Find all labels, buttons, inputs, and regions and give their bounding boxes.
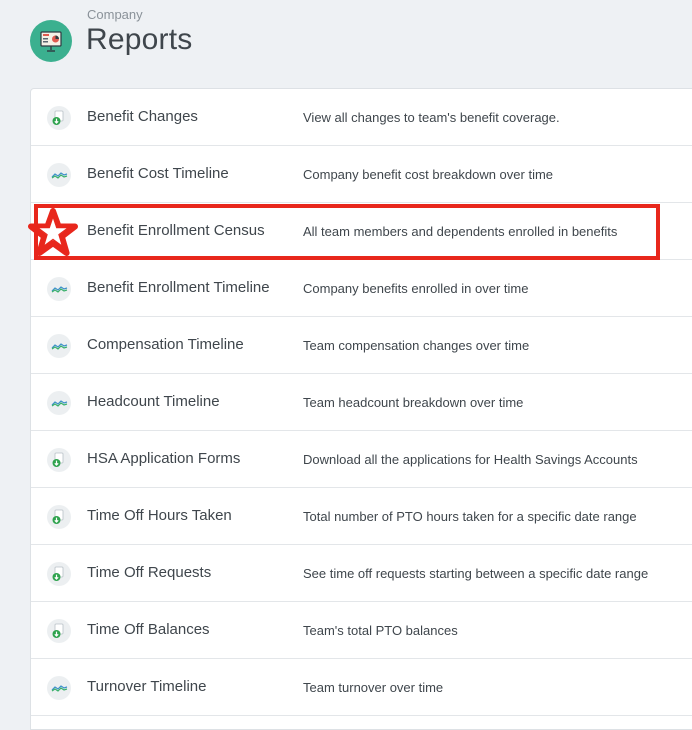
- download-doc-icon: [47, 562, 71, 586]
- report-description: See time off requests starting between a…: [303, 566, 649, 581]
- report-title[interactable]: Benefit Enrollment Census: [87, 222, 265, 239]
- report-title[interactable]: Benefit Changes: [87, 108, 198, 125]
- report-description: All team members and dependents enrolled…: [303, 224, 618, 239]
- timeline-chart-icon: [47, 277, 71, 301]
- report-title[interactable]: Time Off Balances: [87, 621, 210, 638]
- report-description: Team's total PTO balances: [303, 623, 458, 638]
- report-row[interactable]: HSA Application Forms Download all the ap…: [31, 431, 692, 488]
- timeline-chart-icon: [47, 163, 71, 187]
- report-row[interactable]: Benefit Changes View all changes to team'…: [31, 89, 692, 146]
- report-title[interactable]: Turnover Timeline: [87, 678, 207, 695]
- report-row[interactable]: Time Off Requests See time off requests s…: [31, 545, 692, 602]
- report-title[interactable]: Time Off Hours Taken: [87, 507, 232, 524]
- page-title: Reports: [86, 23, 193, 56]
- download-doc-icon: [47, 448, 71, 472]
- reports-list: Benefit Changes View all changes to team'…: [30, 88, 692, 730]
- download-doc-icon: [47, 619, 71, 643]
- timeline-chart-icon: [47, 334, 71, 358]
- report-row[interactable]: Time Off Balances Team's total PTO balanc…: [31, 602, 692, 659]
- download-doc-icon: [47, 106, 71, 130]
- report-title[interactable]: HSA Application Forms: [87, 450, 240, 467]
- report-description: Team headcount breakdown over time: [303, 395, 524, 410]
- report-description: Total number of PTO hours taken for a sp…: [303, 509, 637, 524]
- timeline-chart-icon: [47, 391, 71, 415]
- presentation-board-icon: [30, 20, 72, 62]
- report-description: View all changes to team's benefit cover…: [303, 110, 560, 125]
- report-title[interactable]: Headcount Timeline: [87, 393, 220, 410]
- report-row[interactable]: Benefit Enrollment Timeline Company benef…: [31, 260, 692, 317]
- page-header: Company Reports: [0, 0, 692, 88]
- breadcrumb[interactable]: Company: [87, 7, 143, 22]
- report-description: Team turnover over time: [303, 680, 444, 695]
- report-row[interactable]: Time Off Hours Taken Total number of PTO …: [31, 488, 692, 545]
- report-description: Company benefit cost breakdown over time: [303, 167, 554, 182]
- report-row[interactable]: Benefit Cost Timeline Company benefit cos…: [31, 146, 692, 203]
- report-row[interactable]: Compensation Timeline Team compensation c…: [31, 317, 692, 374]
- star-icon: [47, 220, 71, 244]
- report-title[interactable]: Benefit Enrollment Timeline: [87, 279, 270, 296]
- report-description: Download all the applications for Health…: [303, 452, 638, 467]
- report-row[interactable]: Turnover Timeline Team turnover over time: [31, 659, 692, 716]
- report-description: Team compensation changes over time: [303, 338, 530, 353]
- report-row[interactable]: Headcount Timeline Team headcount breakdo…: [31, 374, 692, 431]
- report-title[interactable]: Compensation Timeline: [87, 336, 244, 353]
- report-row[interactable]: Benefit Enrollment Census All team member…: [31, 203, 692, 260]
- report-title[interactable]: Benefit Cost Timeline: [87, 165, 229, 182]
- report-description: Company benefits enrolled in over time: [303, 281, 529, 296]
- timeline-chart-icon: [47, 676, 71, 700]
- download-doc-icon: [47, 505, 71, 529]
- report-title[interactable]: Time Off Requests: [87, 564, 211, 581]
